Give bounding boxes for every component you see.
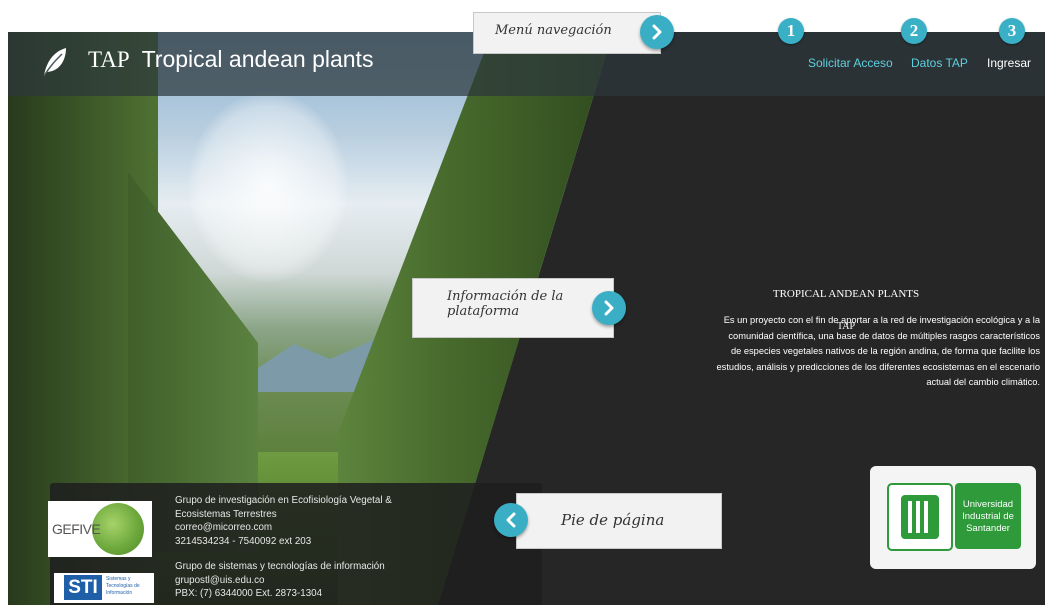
callout-pie-de-pagina: Pie de página	[516, 493, 722, 549]
leaf-logo-icon	[43, 48, 66, 77]
gefive-logo-text: GEFIVE	[52, 521, 101, 537]
group1-name-line2: Ecosistemas Terrestres	[175, 508, 277, 520]
callout-menu-text: Menú navegación	[495, 23, 612, 38]
uis-mark-icon	[887, 483, 953, 551]
uis-name-line1: Universidad	[962, 499, 1014, 510]
nav-badge-3: 3	[999, 18, 1025, 44]
nav-solicitar-acceso[interactable]: Solicitar Acceso	[808, 56, 893, 70]
sti-logo-sub: Sistemas y Tecnologías de Información	[106, 576, 140, 596]
callout-info-text: Información de la plataforma	[447, 289, 564, 319]
group2-name: Grupo de sistemas y tecnologías de infor…	[175, 561, 385, 572]
callout-footer-text: Pie de página	[561, 511, 665, 529]
arrow-right-icon	[640, 15, 674, 49]
nav-ingresar[interactable]: Ingresar	[987, 56, 1031, 70]
group2-info: Grupo de sistemas y tecnologías de infor…	[175, 560, 385, 601]
callout-menu-navegacion: Menú navegación	[473, 12, 661, 54]
uis-mark-shape	[901, 495, 939, 539]
uis-name-line3: Santander	[966, 523, 1010, 534]
info-line: comunidad científica, una base de datos …	[728, 330, 1040, 341]
group2-phone: PBX: (7) 6344000 Ext. 2873-1304	[175, 588, 323, 599]
arrow-right-icon	[592, 291, 626, 325]
arrow-left-icon	[494, 503, 528, 537]
uis-stripe	[908, 501, 912, 533]
group1-phone: 3214534234 - 7540092 ext 203	[175, 535, 312, 547]
group1-name-line1: Grupo de investigación en Ecofisiología …	[175, 495, 392, 506]
nav-badge-2: 2	[901, 18, 927, 44]
nav-badge-1: 1	[778, 18, 804, 44]
brand-title: Tropical andean plants	[141, 46, 374, 72]
sky-cloud	[188, 92, 348, 282]
info-line: Es un proyecto con el fin de aportar a l…	[723, 315, 1040, 325]
uis-name-box: Universidad Industrial de Santander	[955, 483, 1021, 549]
group1-info: Grupo de investigación en Ecofisiología …	[175, 494, 392, 548]
callout-informacion-plataforma: Información de la plataforma	[412, 278, 614, 338]
uis-stripe	[924, 501, 928, 533]
info-description: Es un proyecto con el fin de aportar a l…	[666, 313, 1041, 391]
uis-name-line2: Industrial de	[962, 511, 1014, 522]
nav-datos-tap[interactable]: Datos TAP	[911, 56, 968, 70]
group2-email[interactable]: grupostl@uis.edu.co	[175, 574, 385, 588]
site-brand[interactable]: TAP Tropical andean plants	[88, 46, 373, 73]
sti-logo[interactable]: STI Sistemas y Tecnologías de Informació…	[54, 573, 154, 603]
group1-email[interactable]: correo@micorreo.com	[175, 521, 392, 535]
uis-logo-card[interactable]: Universidad Industrial de Santander	[870, 466, 1036, 569]
info-line: de especies vegetales nativos de la regi…	[730, 346, 1040, 356]
info-line: actual del cambio climático.	[926, 377, 1040, 387]
brand-abbr: TAP	[88, 47, 130, 72]
info-title: TROPICAL ANDEAN PLANTS	[772, 288, 920, 300]
footer-panel: GEFIVE STI Sistemas y Tecnologías de Inf…	[48, 483, 542, 605]
info-line: estudios, análisis y predicciones de los…	[716, 361, 1041, 372]
uis-stripe	[916, 501, 920, 533]
gefive-logo[interactable]: GEFIVE	[48, 501, 152, 557]
sti-logo-text: STI	[64, 575, 102, 600]
